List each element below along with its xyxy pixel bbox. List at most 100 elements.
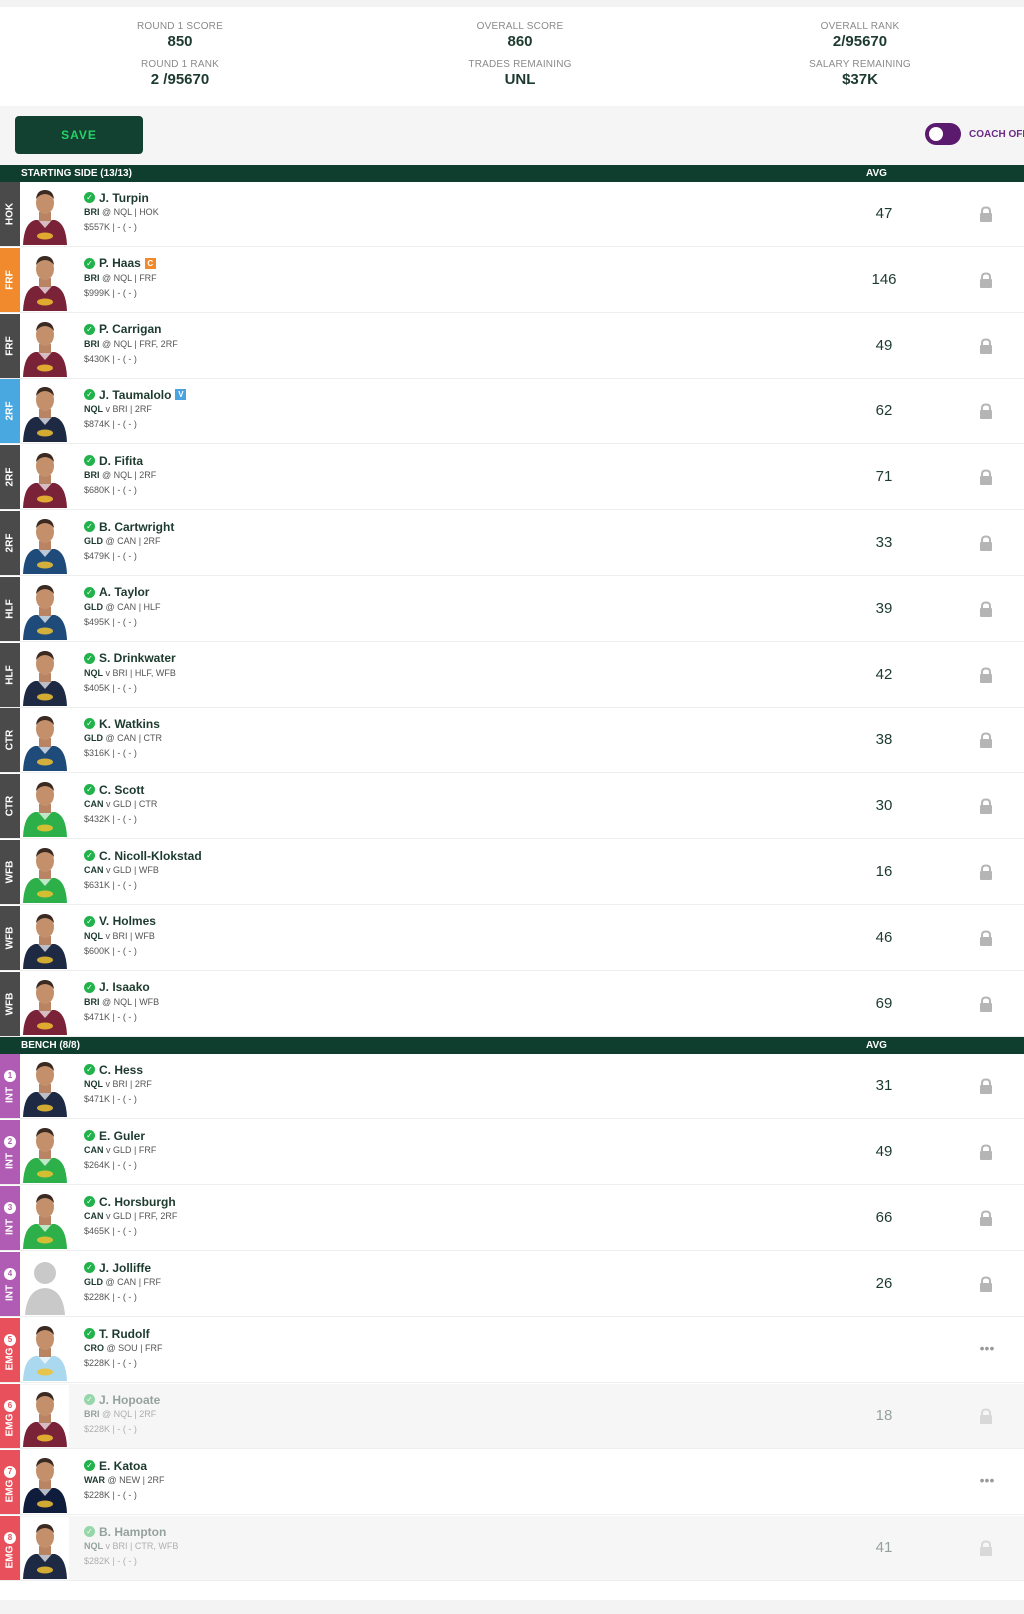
player-last-score: | - ( - )	[112, 945, 137, 956]
position-label: INT	[4, 1086, 16, 1104]
coach-toggle[interactable]	[925, 123, 961, 145]
coach-toggle-group[interactable]: COACH OFF	[925, 122, 1024, 146]
lock-icon	[979, 732, 993, 749]
player-name-line[interactable]: ✓ P. Haas C	[84, 256, 157, 271]
player-name[interactable]: J. Jolliffe	[99, 1261, 151, 1275]
player-team: BRI	[84, 1409, 100, 1419]
bench-player-row[interactable]: 6 EMG ✓ J. Hopoate BRI @ NQL | 2RF $228K | - …	[0, 1384, 1024, 1449]
player-name[interactable]: C. Nicoll-Klokstad	[99, 849, 202, 863]
bench-player-row[interactable]: 3 INT ✓ C. Horsburgh CAN v GLD | FRF, 2RF $46…	[0, 1186, 1024, 1251]
player-row[interactable]: FRF ✓ P. Haas C BRI @ NQL | FRF $999K | - ( -…	[0, 247, 1024, 313]
player-name-line[interactable]: ✓ C. Hess	[84, 1062, 152, 1077]
player-avatar	[21, 1253, 69, 1315]
player-row[interactable]: HLF ✓ A. Taylor GLD @ CAN | HLF $495K | - ( …	[0, 576, 1024, 642]
bench-player-row[interactable]: 1 INT ✓ C. Hess NQL v BRI | 2RF $471K | - ( -…	[0, 1054, 1024, 1119]
player-name[interactable]: J. Taumalolo	[99, 388, 171, 402]
player-name-line[interactable]: ✓ K. Watkins	[84, 716, 162, 731]
player-positions: WFB	[138, 865, 159, 875]
more-options-icon[interactable]: •••	[978, 1473, 996, 1488]
player-info: ✓ J. Jolliffe GLD @ CAN | FRF $228K | - ( -…	[84, 1260, 161, 1305]
player-positions: 2RF	[147, 1475, 165, 1485]
player-name-line[interactable]: ✓ P. Carrigan	[84, 322, 178, 337]
player-row[interactable]: HOK ✓ J. Turpin BRI @ NQL | HOK $557K | - ( …	[0, 182, 1024, 247]
player-name-line[interactable]: ✓ C. Nicoll-Klokstad	[84, 848, 202, 863]
player-info: ✓ C. Nicoll-Klokstad CAN v GLD | WFB $631K …	[84, 848, 202, 893]
player-name-line[interactable]: ✓ J. Turpin	[84, 190, 159, 205]
lock-icon	[979, 601, 993, 618]
player-avatar	[21, 709, 69, 772]
fixture-divider: |	[127, 667, 135, 678]
player-price-line: $631K | - ( - )	[84, 880, 202, 893]
bench-player-row[interactable]: 7 EMG ✓ E. Katoa WAR @ NEW | 2RF $228K | - ( …	[0, 1450, 1024, 1515]
player-name[interactable]: C. Horsburgh	[99, 1195, 176, 1209]
player-name-line[interactable]: ✓ J. Isaako	[84, 980, 159, 995]
position-tab: 8 EMG	[0, 1516, 20, 1580]
player-name[interactable]: V. Holmes	[99, 914, 156, 928]
bench-player-row[interactable]: 4 INT ✓ J. Jolliffe GLD @ CAN | FRF $228K | -…	[0, 1252, 1024, 1317]
player-fixture: NQL v BRI | 2RF	[84, 1079, 152, 1092]
player-name[interactable]: D. Fifita	[99, 454, 143, 468]
player-name[interactable]: J. Isaako	[99, 980, 150, 994]
more-options-icon[interactable]: •••	[978, 1341, 996, 1356]
player-name[interactable]: T. Rudolf	[99, 1327, 150, 1341]
player-name-line[interactable]: ✓ T. Rudolf	[84, 1326, 163, 1341]
player-name[interactable]: B. Cartwright	[99, 520, 174, 534]
player-name[interactable]: E. Guler	[99, 1129, 145, 1143]
player-name-line[interactable]: ✓ J. Hopoate	[84, 1392, 160, 1407]
player-row[interactable]: CTR ✓ C. Scott CAN v GLD | CTR $432K | - ( -…	[0, 774, 1024, 840]
player-name[interactable]: C. Scott	[99, 783, 144, 797]
fixture-venue: @	[102, 996, 112, 1007]
bench-player-row[interactable]: 2 INT ✓ E. Guler CAN v GLD | FRF $264K | - ( …	[0, 1120, 1024, 1185]
player-price-line: $264K | - ( - )	[84, 1160, 156, 1173]
player-name-line[interactable]: ✓ D. Fifita	[84, 453, 156, 468]
player-name[interactable]: E. Katoa	[99, 1459, 147, 1473]
player-name-line[interactable]: ✓ B. Hampton	[84, 1524, 178, 1539]
player-price: $471K	[84, 1011, 111, 1022]
player-avatar	[21, 248, 69, 311]
player-name[interactable]: C. Hess	[99, 1063, 143, 1077]
player-name-line[interactable]: ✓ A. Taylor	[84, 585, 161, 600]
player-name[interactable]: P. Haas	[99, 256, 141, 270]
player-row[interactable]: 2RF ✓ J. Taumalolo V NQL v BRI | 2RF $874K | …	[0, 379, 1024, 445]
position-label: 2RF	[4, 533, 16, 553]
player-name-line[interactable]: ✓ S. Drinkwater	[84, 651, 176, 666]
player-name[interactable]: S. Drinkwater	[99, 651, 176, 665]
overall-rank-label: OVERALL RANK	[820, 21, 900, 32]
player-average: 47	[875, 205, 893, 222]
player-row[interactable]: WFB ✓ J. Isaako BRI @ NQL | WFB $471K | - ( …	[0, 971, 1024, 1037]
player-name[interactable]: J. Hopoate	[99, 1393, 160, 1407]
player-name-line[interactable]: ✓ C. Scott	[84, 782, 157, 797]
player-row[interactable]: HLF ✓ S. Drinkwater NQL v BRI | HLF, WFB $40…	[0, 642, 1024, 708]
player-row[interactable]: 2RF ✓ B. Cartwright GLD @ CAN | 2RF $479K | …	[0, 511, 1024, 576]
player-name[interactable]: J. Turpin	[99, 191, 149, 205]
player-name-line[interactable]: ✓ V. Holmes	[84, 914, 156, 929]
player-name-line[interactable]: ✓ E. Guler	[84, 1128, 156, 1143]
player-price: $228K	[84, 1490, 111, 1500]
player-row[interactable]: WFB ✓ C. Nicoll-Klokstad CAN v GLD | WFB $63…	[0, 840, 1024, 905]
player-name-line[interactable]: ✓ J. Taumalolo V	[84, 387, 187, 402]
fixture-divider: |	[137, 1343, 146, 1353]
position-label: HOK	[4, 202, 16, 226]
player-average: 49	[875, 336, 893, 354]
bench-player-row[interactable]: 8 EMG ✓ B. Hampton NQL v BRI | CTR, WFB $282K…	[0, 1516, 1024, 1581]
bench-player-row[interactable]: 5 EMG ✓ T. Rudolf CRO @ SOU | FRF $228K | - (…	[0, 1318, 1024, 1383]
player-positions: 2RF	[134, 1079, 152, 1089]
player-row[interactable]: WFB ✓ V. Holmes NQL v BRI | WFB $600K | - ( …	[0, 905, 1024, 971]
player-name[interactable]: A. Taylor	[99, 585, 149, 599]
player-name-line[interactable]: ✓ C. Horsburgh	[84, 1194, 177, 1209]
player-name[interactable]: P. Carrigan	[99, 322, 161, 336]
player-name[interactable]: K. Watkins	[99, 717, 160, 731]
player-name-line[interactable]: ✓ B. Cartwright	[84, 519, 174, 534]
position-tab: 5 EMG	[0, 1318, 20, 1382]
player-row[interactable]: 2RF ✓ D. Fifita BRI @ NQL | 2RF $680K | - ( …	[0, 445, 1024, 511]
save-button[interactable]: SAVE	[15, 116, 143, 154]
position-tab: 1 INT	[0, 1054, 20, 1118]
player-row[interactable]: FRF ✓ P. Carrigan BRI @ NQL | FRF, 2RF $430K…	[0, 313, 1024, 379]
player-team: CRO	[84, 1343, 104, 1353]
player-info: ✓ J. Turpin BRI @ NQL | HOK $557K | - ( - )	[84, 190, 159, 235]
player-name-line[interactable]: ✓ E. Katoa	[84, 1458, 165, 1473]
player-row[interactable]: CTR ✓ K. Watkins GLD @ CAN | CTR $316K | - (…	[0, 708, 1024, 774]
player-name[interactable]: B. Hampton	[99, 1525, 166, 1539]
player-fixture: WAR @ NEW | 2RF	[84, 1475, 165, 1488]
player-name-line[interactable]: ✓ J. Jolliffe	[84, 1260, 161, 1275]
